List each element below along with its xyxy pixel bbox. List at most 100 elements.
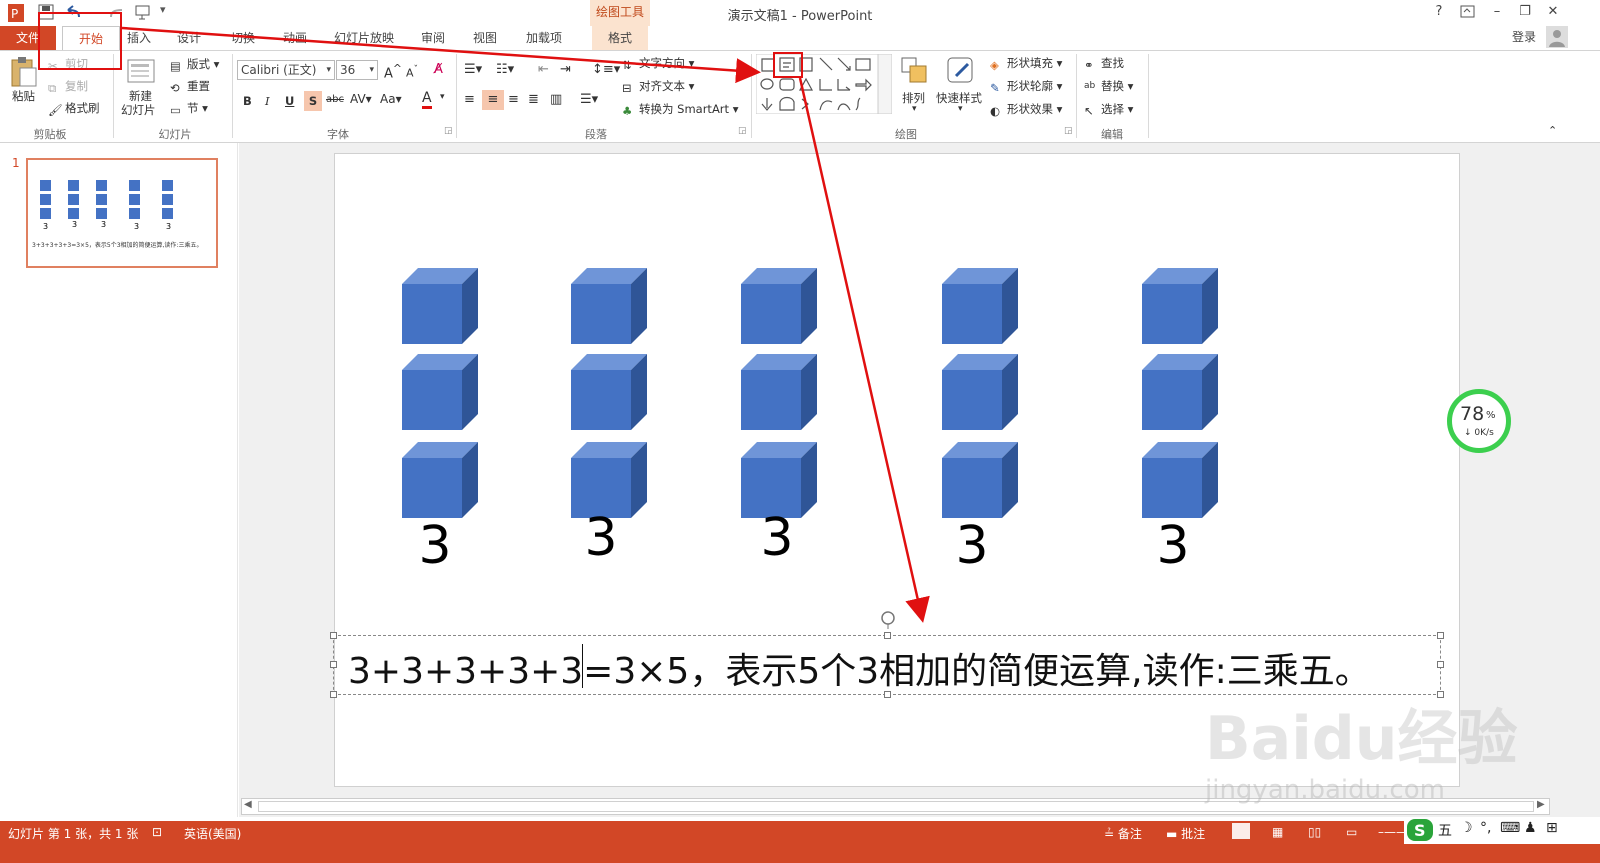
bold-button[interactable]: B	[243, 94, 252, 108]
resize-handle[interactable]	[884, 691, 891, 698]
shrink-font-icon[interactable]: Aˇ	[406, 64, 418, 80]
paragraph-distribute-icon[interactable]: ☰▾	[580, 92, 598, 107]
paste-icon[interactable]	[8, 56, 38, 88]
column-count-label[interactable]: 3	[932, 516, 1012, 576]
blue-cube[interactable]	[741, 442, 817, 518]
align-right-icon[interactable]: ≡	[508, 92, 519, 107]
chevron-down-icon[interactable]: ▾	[912, 104, 917, 114]
tab-view[interactable]: 视图	[470, 26, 500, 50]
minimize-button[interactable]: –	[1486, 2, 1508, 22]
scroll-right-icon[interactable]: ▶	[1537, 799, 1545, 810]
quick-styles-icon[interactable]	[944, 54, 978, 88]
blue-cube[interactable]	[402, 354, 478, 430]
new-slide-label-2[interactable]: 幻灯片	[121, 102, 156, 118]
columns-icon[interactable]: ▥	[550, 92, 562, 107]
collapse-ribbon-icon[interactable]: ⌃	[1548, 124, 1557, 137]
column-count-label[interactable]: 3	[395, 516, 475, 576]
punctuation-icon[interactable]: °,	[1480, 820, 1491, 836]
network-speed-widget[interactable]: 78 % ↓ 0K/s	[1447, 389, 1511, 453]
new-slide-icon[interactable]	[126, 56, 158, 86]
ime-menu-icon[interactable]: ⊞	[1546, 820, 1558, 836]
shape-outline-button[interactable]: ✎ 形状轮廓 ▾	[990, 78, 1062, 95]
resize-handle[interactable]	[330, 691, 337, 698]
shadow-button[interactable]: S	[304, 91, 322, 111]
rotate-handle-icon[interactable]	[879, 609, 897, 629]
normal-view-icon[interactable]	[1232, 823, 1250, 839]
select-button[interactable]: ↖ 选择 ▾	[1084, 101, 1133, 118]
login-link[interactable]: 登录	[1512, 28, 1536, 45]
blue-cube[interactable]	[402, 268, 478, 344]
dialog-launcher-icon[interactable]: ◲	[738, 126, 747, 136]
resize-handle[interactable]	[884, 632, 891, 639]
reading-view-icon[interactable]: ▯▯	[1308, 825, 1321, 839]
italic-button[interactable]: I	[265, 94, 270, 108]
blue-cube[interactable]	[1142, 354, 1218, 430]
tab-format[interactable]: 格式	[592, 26, 648, 50]
decrease-indent-icon[interactable]: ⇤	[538, 62, 549, 77]
section-button[interactable]: ▭ 节 ▾	[170, 100, 208, 117]
blue-cube[interactable]	[1142, 268, 1218, 344]
ime-mode-label[interactable]: 五	[1438, 820, 1452, 840]
blue-cube[interactable]	[1142, 442, 1218, 518]
grow-font-icon[interactable]: A^	[384, 62, 402, 81]
reset-button[interactable]: ⟲ 重置	[170, 78, 210, 95]
underline-button[interactable]: U	[285, 94, 294, 108]
slide-thumbnail[interactable]: 3+3+3+3+3=3×5，表示5个3相加的简便运算,读作:三乘五。 3 3 3…	[26, 158, 218, 268]
comments-button[interactable]: ▬ 批注	[1166, 825, 1205, 842]
column-count-label[interactable]: 3	[561, 508, 641, 568]
blue-cube[interactable]	[741, 268, 817, 344]
blue-cube[interactable]	[741, 354, 817, 430]
shape-fill-button[interactable]: ◈ 形状填充 ▾	[990, 55, 1062, 72]
blue-cube[interactable]	[571, 354, 647, 430]
dialog-launcher-icon[interactable]: ◲	[444, 126, 453, 136]
resize-handle[interactable]	[330, 661, 337, 668]
notes-button[interactable]: ≟ 备注	[1104, 825, 1142, 842]
tab-addins[interactable]: 加载项	[522, 26, 566, 50]
align-text-button[interactable]: ⊟ 对齐文本 ▾	[622, 78, 694, 95]
column-count-label[interactable]: 3	[1133, 516, 1213, 576]
line-spacing-icon[interactable]: ↕≡▾	[592, 62, 620, 77]
change-case-button[interactable]: Aa▾	[380, 92, 402, 106]
blue-cube[interactable]	[942, 268, 1018, 344]
smartart-button[interactable]: ♣ 转换为 SmartArt ▾	[622, 101, 738, 118]
format-painter-button[interactable]: 🖌 格式刷	[48, 100, 100, 117]
dialog-launcher-icon[interactable]: ◲	[1064, 126, 1073, 136]
slideshow-view-icon[interactable]: ▭	[1346, 825, 1357, 839]
copy-button[interactable]: ⧉ 复制	[48, 78, 88, 95]
resize-handle[interactable]	[1437, 632, 1444, 639]
shape-effects-button[interactable]: ◐ 形状效果 ▾	[990, 101, 1062, 118]
chevron-down-icon[interactable]: ▾	[958, 104, 963, 114]
layout-button[interactable]: ▤ 版式 ▾	[170, 56, 219, 73]
user-icon[interactable]: ♟	[1524, 820, 1537, 836]
strikethrough-button[interactable]: abc	[326, 94, 344, 105]
arrange-icon[interactable]	[900, 56, 930, 86]
font-size-combo[interactable]: 36 ▾	[336, 60, 378, 80]
blue-cube[interactable]	[942, 354, 1018, 430]
align-center-icon[interactable]: ≡	[482, 90, 504, 110]
tab-transitions[interactable]: 切换	[228, 26, 258, 50]
paste-button[interactable]: 粘贴	[12, 88, 35, 104]
scroll-left-icon[interactable]: ◀	[244, 799, 252, 810]
help-icon[interactable]: ?	[1428, 2, 1450, 22]
replace-button[interactable]: ab 替换 ▾	[1084, 78, 1133, 94]
tab-animations[interactable]: 动画	[280, 26, 310, 50]
user-avatar-icon[interactable]	[1546, 26, 1568, 48]
tab-design[interactable]: 设计	[174, 26, 204, 50]
tab-insert[interactable]: 插入	[124, 26, 154, 50]
bullets-icon[interactable]: ☰▾	[464, 62, 482, 77]
find-button[interactable]: ⚭ 查找	[1084, 55, 1124, 72]
increase-indent-icon[interactable]: ⇥	[560, 62, 571, 77]
keyboard-icon[interactable]: ⌨	[1500, 820, 1520, 836]
text-direction-button[interactable]: ⇅ 文字方向 ▾	[622, 55, 694, 72]
resize-handle[interactable]	[1437, 661, 1444, 668]
moon-icon[interactable]: ☽	[1460, 820, 1473, 836]
justify-icon[interactable]: ≣	[528, 92, 539, 107]
sogou-logo-icon[interactable]: S	[1406, 817, 1434, 843]
tab-slideshow[interactable]: 幻灯片放映	[332, 26, 396, 50]
blue-cube[interactable]	[942, 442, 1018, 518]
equation-text[interactable]: 3+3+3+3+3=3×5，表示5个3相加的简便运算,读作:三乘五。	[348, 642, 1371, 694]
ribbon-display-options-icon[interactable]	[1460, 5, 1476, 19]
column-count-label[interactable]: 3	[737, 508, 817, 568]
blue-cube[interactable]	[571, 268, 647, 344]
language-status[interactable]: 英语(美国)	[184, 825, 241, 842]
